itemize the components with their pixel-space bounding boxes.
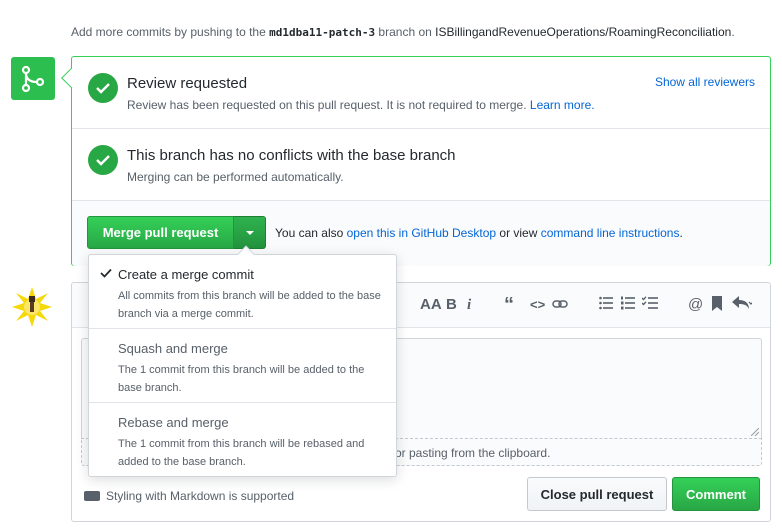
mention-icon[interactable]: @ (688, 296, 703, 314)
attach-hint-text: or pasting from the clipboard. (395, 446, 551, 460)
push-text-middle: branch on (378, 25, 432, 39)
check-circle-icon (88, 145, 118, 175)
push-instructions: Add more commits by pushing to the md1db… (71, 25, 735, 39)
merge-option-merge-commit[interactable]: Create a merge commit All commits from t… (89, 255, 396, 329)
check-circle-icon (88, 73, 118, 103)
unordered-list-icon[interactable] (599, 296, 613, 314)
repo-name: ISBillingandRevenueOperations/RoamingRec… (435, 25, 732, 39)
merge-method-dropdown-toggle[interactable] (234, 216, 266, 249)
quote-icon[interactable]: “ (504, 295, 514, 315)
merge-status-icon (11, 57, 55, 100)
merge-option-title: Rebase and merge (118, 415, 229, 430)
italic-icon[interactable]: i (467, 296, 471, 314)
markdown-note-text: Styling with Markdown is supported (106, 489, 295, 503)
merge-option-description: The 1 commit from this branch will be ad… (118, 364, 365, 394)
merge-option-description: All commits from this branch will be add… (118, 290, 381, 320)
markdown-support-note[interactable]: Styling with Markdown is supported (84, 489, 294, 503)
no-conflicts-subtitle: Merging can be performed automatically. (127, 170, 344, 184)
review-requested-title: Review requested (127, 75, 248, 92)
also-prefix: You can also (275, 226, 344, 240)
bookmark-icon[interactable] (712, 296, 722, 314)
reply-icon[interactable] (732, 296, 754, 314)
ordered-list-icon[interactable] (621, 296, 635, 314)
review-requested-subtitle: Review has been requested on this pull r… (127, 98, 595, 112)
learn-more-link[interactable]: Learn more. (530, 98, 595, 112)
git-merge-icon (21, 65, 45, 92)
no-conflicts-row: This branch has no conflicts with the ba… (72, 129, 770, 201)
close-pull-request-button[interactable]: Close pull request (527, 477, 667, 511)
resize-grip-icon[interactable] (751, 428, 759, 436)
comment-button[interactable]: Comment (672, 477, 760, 511)
push-text-suffix: . (731, 25, 735, 39)
show-all-reviewers-link[interactable]: Show all reviewers (655, 75, 755, 89)
avatar-image (12, 287, 52, 327)
merge-button-group: Merge pull request (87, 216, 266, 249)
review-subtitle-text: Review has been requested on this pull r… (127, 98, 527, 112)
open-in-desktop-link[interactable]: open this in GitHub Desktop (347, 226, 496, 240)
command-line-instructions-link[interactable]: command line instructions (541, 226, 680, 240)
merge-method-dropdown: Create a merge commit All commits from t… (88, 245, 397, 477)
merge-pull-request-button[interactable]: Merge pull request (87, 216, 234, 249)
merge-box: Review requested Review has been request… (61, 56, 771, 266)
or-view-text: or view (499, 226, 538, 240)
branch-name: md1dba11-patch-3 (269, 26, 376, 39)
bold-icon[interactable]: B (446, 296, 457, 314)
merge-option-squash[interactable]: Squash and merge The 1 commit from this … (89, 329, 396, 403)
merge-option-title: Squash and merge (118, 341, 228, 356)
also-suffix: . (679, 226, 683, 240)
no-conflicts-title: This branch has no conflicts with the ba… (127, 147, 456, 164)
link-icon[interactable] (552, 296, 568, 314)
header-icon[interactable]: AA (420, 296, 442, 314)
markdown-icon (84, 491, 100, 501)
merge-option-title: Create a merge commit (118, 267, 254, 282)
task-list-icon[interactable] (641, 296, 658, 314)
avatar[interactable] (12, 287, 52, 327)
alternative-merge-text: You can also open this in GitHub Desktop… (275, 226, 683, 240)
review-requested-row: Review requested Review has been request… (72, 57, 770, 129)
caret-down-icon (245, 230, 254, 235)
check-icon (100, 268, 112, 278)
merge-option-description: The 1 commit from this branch will be re… (118, 438, 365, 468)
merge-option-rebase[interactable]: Rebase and merge The 1 commit from this … (89, 403, 396, 477)
push-text-prefix: Add more commits by pushing to the (71, 25, 266, 39)
code-icon[interactable]: <> (530, 296, 545, 314)
